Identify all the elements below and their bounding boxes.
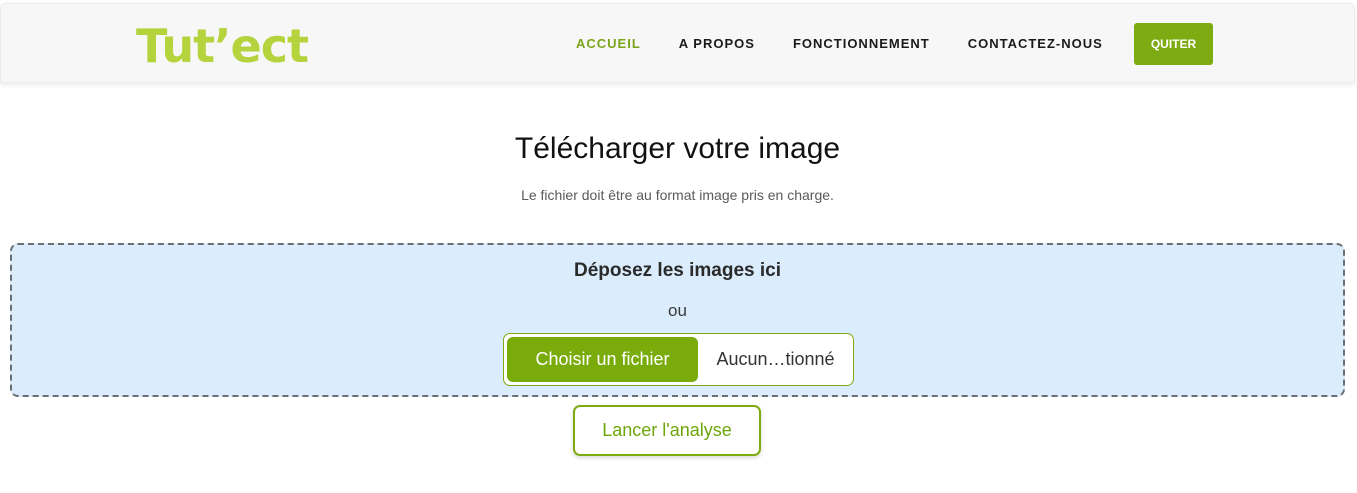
- navbar: Tut’ect ACCUEIL A PROPOS FONCTIONNEMENT …: [0, 3, 1355, 83]
- quit-button[interactable]: QUITER: [1134, 23, 1213, 65]
- page-subtitle: Le fichier doit être au format image pri…: [521, 187, 834, 203]
- file-status-text: Aucun…tionné: [716, 349, 835, 369]
- choose-file-button[interactable]: Choisir un fichier: [507, 337, 698, 382]
- image-dropzone[interactable]: Déposez les images ici ou Choisir un fic…: [10, 243, 1345, 397]
- dropzone-or-label: ou: [668, 301, 687, 320]
- nav-link-contactez-nous[interactable]: CONTACTEZ-NOUS: [948, 32, 1121, 55]
- file-input[interactable]: Choisir un fichier Aucun…tionné: [503, 333, 854, 386]
- nav-link-accueil[interactable]: ACCUEIL: [556, 32, 659, 55]
- nav-link-a-propos[interactable]: A PROPOS: [659, 32, 773, 55]
- nav-menu: ACCUEIL A PROPOS FONCTIONNEMENT CONTACTE…: [556, 32, 1121, 55]
- page-title: Télécharger votre image: [514, 132, 841, 165]
- logo[interactable]: Tut’ect: [136, 18, 309, 74]
- nav-link-fonctionnement[interactable]: FONCTIONNEMENT: [773, 32, 948, 55]
- dropzone-title: Déposez les images ici: [574, 260, 781, 281]
- start-analysis-button[interactable]: Lancer l'analyse: [573, 405, 761, 456]
